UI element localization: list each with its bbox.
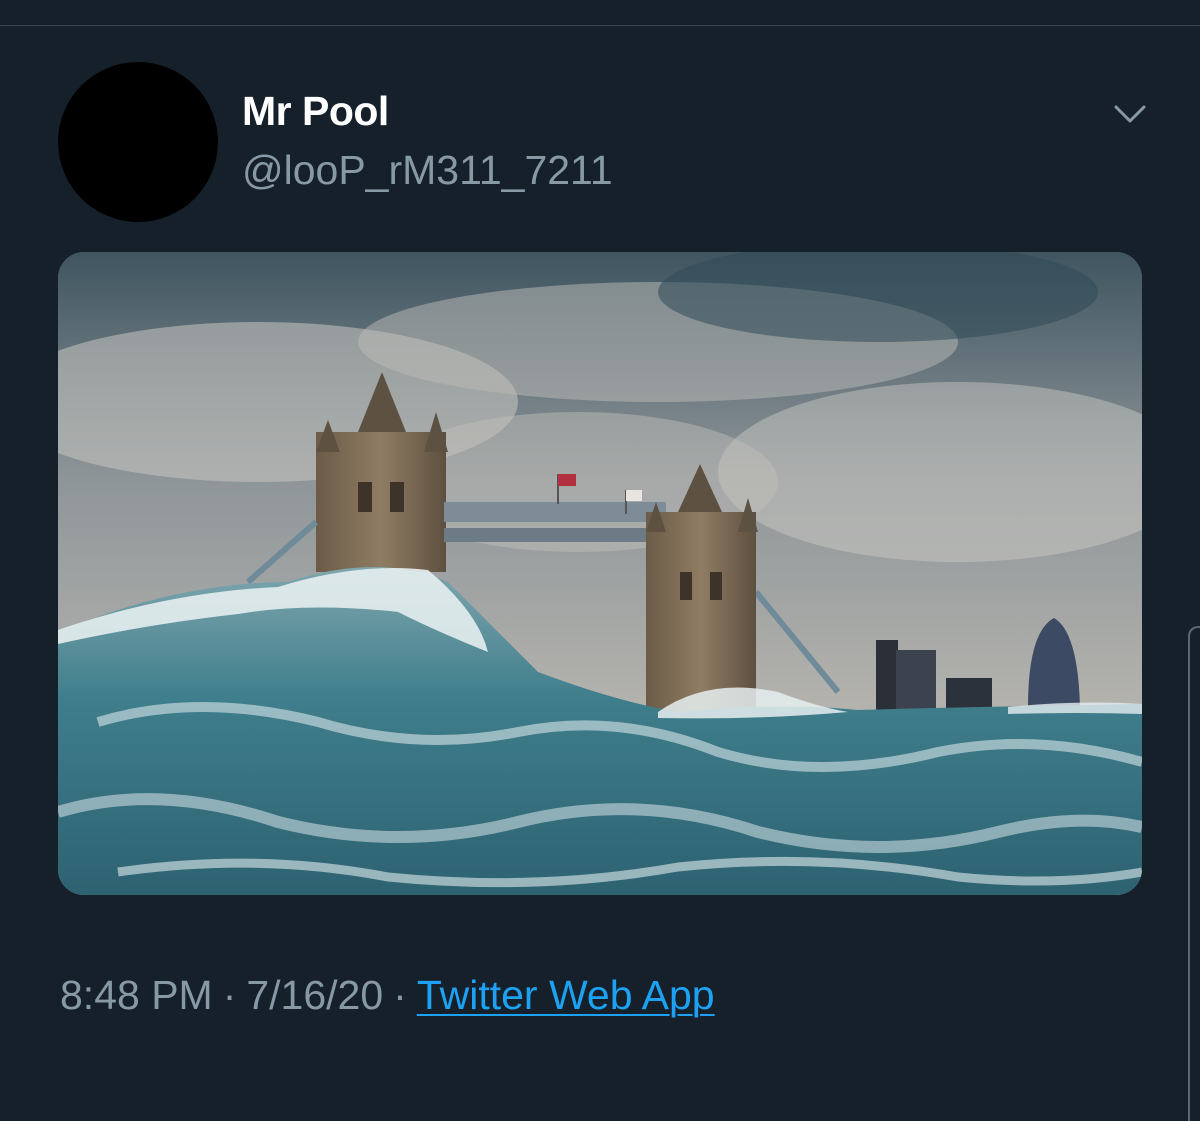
tweet-menu-button[interactable] (1108, 96, 1152, 132)
scrollbar[interactable] (1188, 626, 1200, 1121)
tweet-media-image[interactable] (58, 252, 1142, 895)
tweet-time[interactable]: 8:48 PM (60, 972, 213, 1018)
tweet-date[interactable]: 7/16/20 (246, 972, 383, 1018)
meta-separator: · (393, 972, 407, 1018)
chevron-down-icon (1114, 105, 1146, 123)
display-name[interactable]: Mr Pool (242, 88, 389, 135)
tweet-source-link[interactable]: Twitter Web App (417, 972, 715, 1018)
meta-separator: · (222, 972, 237, 1018)
tweet-meta: 8:48 PM · 7/16/20 · Twitter Web App (60, 972, 715, 1019)
flooded-tower-bridge-photo (58, 252, 1142, 895)
user-handle[interactable]: @looP_rM311_7211 (242, 147, 613, 194)
top-divider (0, 25, 1200, 26)
avatar[interactable] (58, 62, 218, 222)
